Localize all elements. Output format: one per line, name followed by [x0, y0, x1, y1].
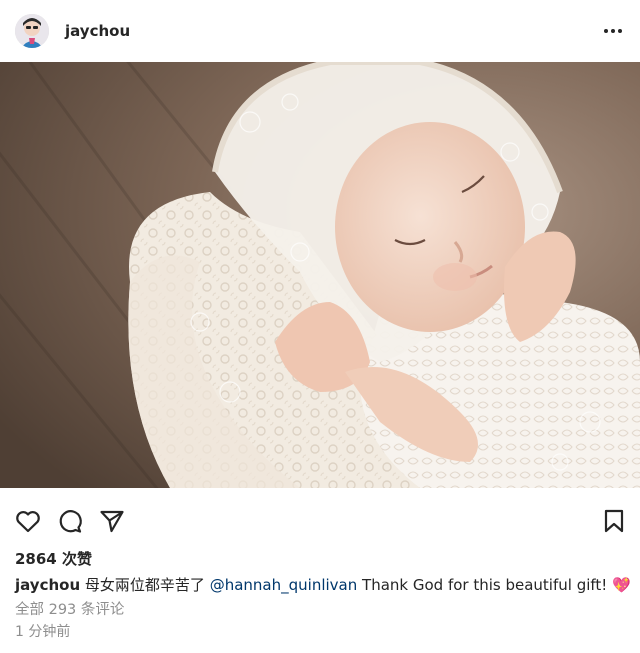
caption-text: 母女兩位都辛苦了 — [84, 576, 205, 594]
more-options-icon[interactable] — [600, 18, 626, 44]
post-caption: jaychou 母女兩位都辛苦了 @hannah_quinlivan Thank… — [15, 574, 631, 595]
post-username[interactable]: jaychou — [65, 22, 130, 40]
caption-mention[interactable]: @hannah_quinlivan — [210, 576, 358, 594]
post-header: jaychou — [0, 0, 640, 62]
view-all-comments-link[interactable]: 全部 293 条评论 — [15, 598, 124, 619]
dot — [611, 29, 615, 33]
likes-count[interactable]: 2864 次赞 — [15, 548, 92, 569]
send-icon[interactable] — [98, 507, 126, 535]
avatar[interactable] — [15, 14, 49, 48]
dot — [604, 29, 608, 33]
newborn-photo-illustration — [0, 62, 640, 488]
post-timestamp: 1 分钟前 — [15, 624, 71, 640]
bookmark-icon[interactable] — [600, 507, 628, 535]
caption-username[interactable]: jaychou — [15, 576, 80, 594]
comment-icon[interactable] — [56, 507, 84, 535]
post-image[interactable] — [0, 62, 640, 488]
heart-emoji: 💖 — [612, 576, 631, 594]
caption-text-english: Thank God for this beautiful gift! — [362, 576, 608, 594]
avatar-illustration — [15, 14, 49, 48]
heart-icon[interactable] — [14, 507, 42, 535]
instagram-post: jaychou 2864 次赞 jaychou 母女兩位都辛苦了 @hannah… — [0, 0, 640, 653]
post-actions — [0, 498, 640, 544]
dot — [618, 29, 622, 33]
